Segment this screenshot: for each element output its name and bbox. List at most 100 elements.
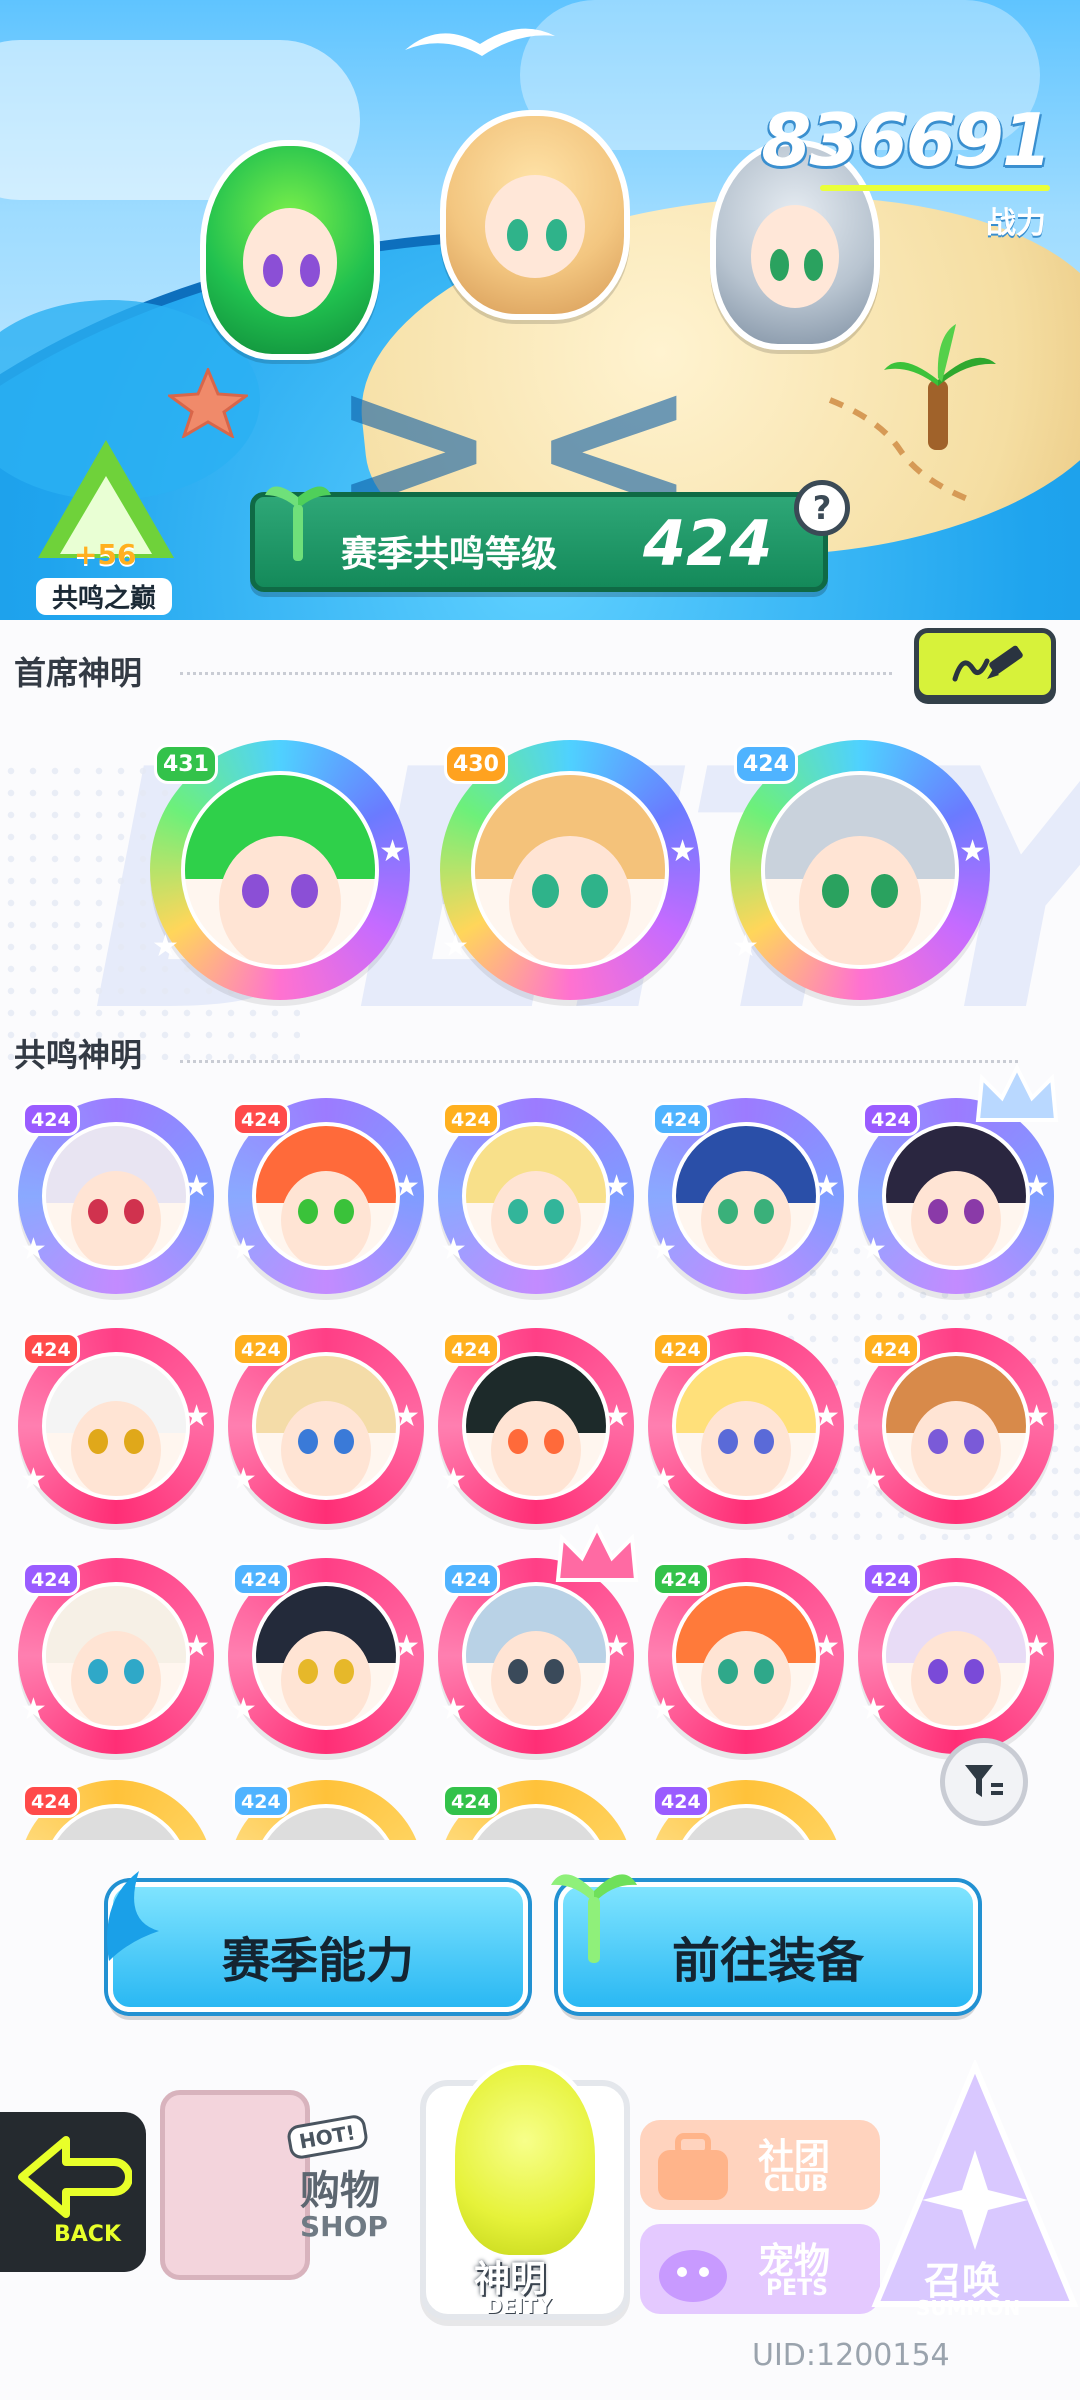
star-icon: ★ bbox=[603, 1168, 630, 1204]
section-title-top-deities: 首席神明 bbox=[14, 654, 143, 692]
star-icon: ★ bbox=[860, 1231, 887, 1267]
level-badge: 424 bbox=[22, 1562, 80, 1596]
star-icon: ★ bbox=[650, 1231, 677, 1267]
deity-character-icon bbox=[450, 2060, 600, 2260]
resonance-deity-card-partial[interactable]: 424★★ bbox=[648, 1780, 844, 1840]
nav-deity[interactable]: 神明 DEITY bbox=[420, 2060, 640, 2330]
resonance-peak-badge[interactable]: +56 共鸣之巅 bbox=[30, 440, 180, 620]
star-icon: ★ bbox=[669, 833, 696, 869]
star-icon: ★ bbox=[440, 1231, 467, 1267]
star-icon: ★ bbox=[603, 1398, 630, 1434]
star-icon: ★ bbox=[440, 1461, 467, 1497]
level-badge: 424 bbox=[232, 1102, 290, 1136]
divider bbox=[180, 672, 892, 675]
resonance-deity-card[interactable]: 424 ★ ★ bbox=[858, 1558, 1054, 1754]
deity-portrait bbox=[251, 1121, 401, 1271]
resonance-deity-card[interactable]: 424 ★ ★ bbox=[648, 1098, 844, 1294]
deity-portrait bbox=[461, 1121, 611, 1271]
star-icon: ★ bbox=[230, 1461, 257, 1497]
level-badge: 424 bbox=[22, 1784, 80, 1818]
season-level-value: 424 bbox=[643, 507, 773, 580]
nav-shop[interactable]: HOT! 购物 SHOP bbox=[150, 2070, 410, 2290]
deity-portrait bbox=[181, 771, 379, 969]
level-badge: 430 bbox=[444, 744, 508, 784]
level-badge: 424 bbox=[862, 1102, 920, 1136]
back-arrow-icon bbox=[18, 2136, 132, 2218]
deity-portrait bbox=[41, 1121, 191, 1271]
resonance-deity-card-partial[interactable]: 424★★ bbox=[228, 1780, 424, 1840]
season-level-label: 赛季共鸣等级 bbox=[341, 534, 558, 575]
nav-pets-sub: PETS bbox=[766, 2276, 829, 2301]
level-badge: 424 bbox=[442, 1102, 500, 1136]
resonance-deity-card[interactable]: 424 ★ ★ bbox=[648, 1558, 844, 1754]
star-icon: ★ bbox=[393, 1628, 420, 1664]
filter-icon bbox=[965, 1765, 1003, 1797]
deity-portrait bbox=[471, 771, 669, 969]
resonance-deity-card[interactable]: 424 ★ ★ bbox=[18, 1098, 214, 1294]
user-id: UID:1200154 bbox=[752, 2338, 950, 2373]
resonance-deity-card[interactable]: 424 ★ ★ bbox=[648, 1328, 844, 1524]
resonance-deity-card[interactable]: 424 ★ ★ bbox=[228, 1558, 424, 1754]
nav-club[interactable]: 社团 CLUB bbox=[640, 2120, 880, 2210]
palm-leaf-icon bbox=[265, 486, 331, 561]
nav-pets[interactable]: 宠物 PETS bbox=[640, 2224, 880, 2314]
level-badge: 424 bbox=[652, 1784, 710, 1818]
season-resonance-level-banner: 赛季共鸣等级 424 bbox=[250, 486, 828, 592]
resonance-deity-card-partial[interactable]: 424★★ bbox=[438, 1780, 634, 1840]
star-icon: ★ bbox=[650, 1691, 677, 1727]
help-icon[interactable]: ? bbox=[794, 480, 850, 536]
star-icon: ★ bbox=[183, 1168, 210, 1204]
level-badge: 424 bbox=[442, 1332, 500, 1366]
edit-button[interactable] bbox=[914, 628, 1056, 700]
resonance-deity-card-partial[interactable]: 424★★ bbox=[18, 1780, 214, 1840]
nav-shop-label: 购物 bbox=[300, 2168, 380, 2214]
level-badge: 424 bbox=[232, 1562, 290, 1596]
star-icon: ★ bbox=[393, 1398, 420, 1434]
filter-button[interactable] bbox=[940, 1738, 1028, 1826]
resonance-deity-card[interactable]: 424 ★ ★ bbox=[438, 1328, 634, 1524]
resonance-deity-card[interactable]: 424 ★ ★ bbox=[858, 1328, 1054, 1524]
top-deity-card[interactable]: 424 ★ ★ bbox=[730, 740, 990, 1000]
level-badge: 424 bbox=[22, 1332, 80, 1366]
go-equipment-button[interactable]: 前往装备 bbox=[551, 1874, 978, 2012]
character-blonde bbox=[440, 110, 630, 320]
level-badge: 424 bbox=[232, 1784, 290, 1818]
level-badge: 424 bbox=[862, 1332, 920, 1366]
level-badge: 424 bbox=[232, 1332, 290, 1366]
crown-icon bbox=[975, 1064, 1059, 1122]
top-deity-card[interactable]: 430 ★ ★ bbox=[440, 740, 700, 1000]
star-icon: ★ bbox=[1023, 1628, 1050, 1664]
nav-summon-sub: SUMMON bbox=[916, 2296, 1021, 2320]
level-badge: 424 bbox=[734, 744, 798, 784]
resonance-deity-card[interactable]: 424 ★ ★ bbox=[18, 1328, 214, 1524]
nav-summon[interactable]: 召唤 SUMMON bbox=[870, 2060, 1080, 2320]
vending-machine-icon bbox=[160, 2090, 310, 2280]
level-badge: 424 bbox=[652, 1102, 710, 1136]
pet-icon bbox=[659, 2250, 727, 2302]
nav-shop-sub: SHOP bbox=[300, 2210, 388, 2243]
resonance-deity-card[interactable]: 424 ★ ★ bbox=[228, 1098, 424, 1294]
star-icon: ★ bbox=[20, 1461, 47, 1497]
resonance-deity-card[interactable]: 424 ★ ★ bbox=[438, 1098, 634, 1294]
top-deity-card[interactable]: 431 ★ ★ bbox=[150, 740, 410, 1000]
star-icon: ★ bbox=[183, 1398, 210, 1434]
resonance-deity-card[interactable]: 424 ★ ★ bbox=[18, 1558, 214, 1754]
power-label: 战力 bbox=[986, 206, 1046, 241]
star-icon: ★ bbox=[20, 1231, 47, 1267]
resonance-deity-card[interactable]: 424 ★ ★ bbox=[858, 1064, 1059, 1294]
resonance-deity-card[interactable]: 424 ★ ★ bbox=[438, 1524, 639, 1754]
starfish-icon bbox=[168, 368, 248, 438]
back-button[interactable]: BACK bbox=[0, 2112, 146, 2272]
palm-tree-icon bbox=[884, 324, 996, 450]
star-icon: ★ bbox=[183, 1628, 210, 1664]
level-badge: 424 bbox=[442, 1784, 500, 1818]
star-icon: ★ bbox=[230, 1691, 257, 1727]
deity-portrait bbox=[461, 1351, 611, 1501]
deity-content: DEITY 首席神明 431★★430★★424★★ 共鸣神明 424★★424… bbox=[0, 620, 1080, 1840]
section-title-resonance-deities: 共鸣神明 bbox=[14, 1036, 143, 1074]
resonance-deity-card[interactable]: 424 ★ ★ bbox=[228, 1328, 424, 1524]
deity-portrait bbox=[461, 1581, 611, 1731]
star-icon: ★ bbox=[230, 1231, 257, 1267]
star-icon: ★ bbox=[152, 928, 179, 964]
season-ability-button[interactable]: 赛季能力 bbox=[107, 1871, 528, 2012]
